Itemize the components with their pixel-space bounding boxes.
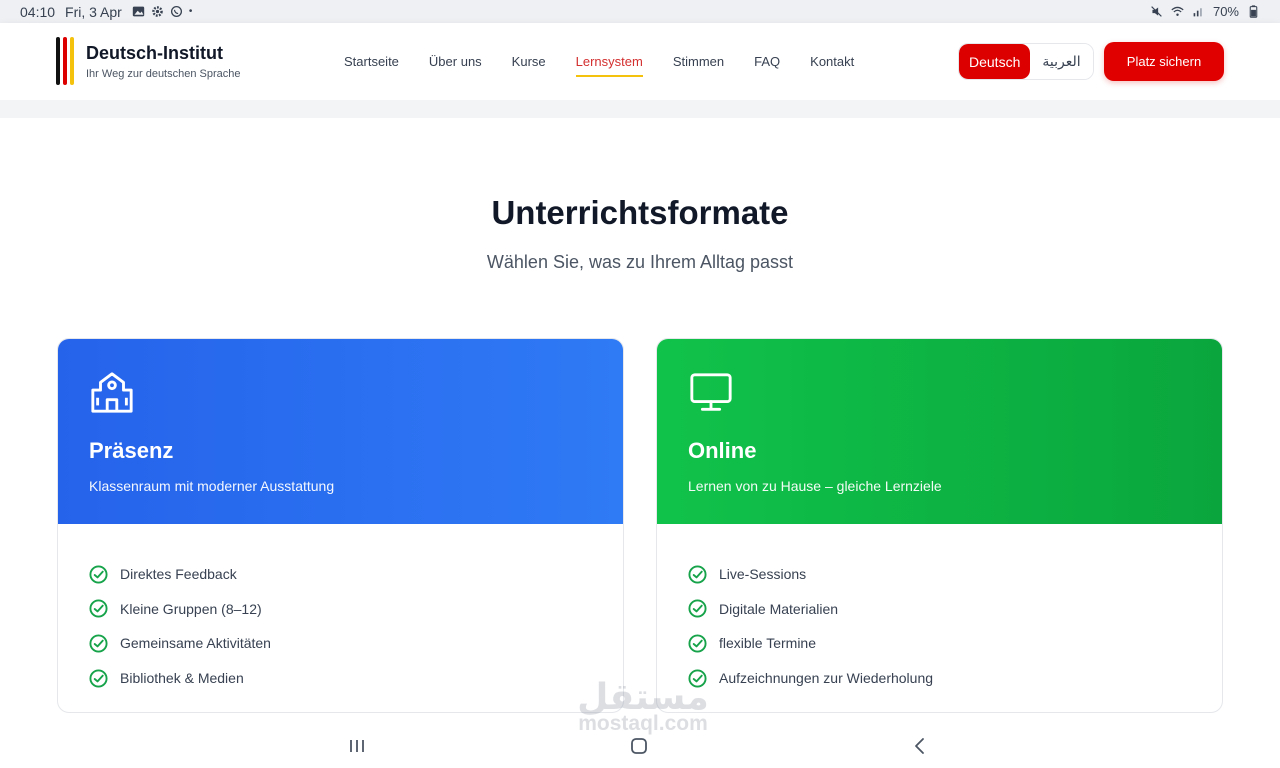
- system-status-bar: 04:10 Fri, 3 Apr • 70%: [0, 0, 1280, 23]
- mute-icon: [1151, 6, 1162, 17]
- list-item: Live-Sessions: [688, 557, 1191, 592]
- home-icon[interactable]: [627, 734, 651, 758]
- feature-label: Direktes Feedback: [120, 566, 237, 583]
- check-circle-icon: [688, 599, 707, 618]
- list-item: Aufzeichnungen zur Wiederholung: [688, 661, 1191, 696]
- nav-stimmen[interactable]: Stimmen: [673, 50, 724, 73]
- format-card-online[interactable]: Online Lernen von zu Hause – gleiche Ler…: [656, 338, 1223, 713]
- check-circle-icon: [89, 669, 108, 688]
- main-navigation: Startseite Über uns Kurse Lernsystem Sti…: [344, 23, 854, 100]
- feature-label: Bibliothek & Medien: [120, 670, 244, 687]
- feature-label: Aufzeichnungen zur Wiederholung: [719, 670, 934, 687]
- battery-percentage: 70%: [1212, 4, 1239, 19]
- signal-icon: [1193, 8, 1202, 17]
- check-circle-icon: [89, 599, 108, 618]
- settings-gear-icon: [152, 6, 163, 17]
- feature-label: Live-Sessions: [719, 566, 807, 583]
- status-date: Fri, 3 Apr: [65, 3, 122, 20]
- nav-kontakt[interactable]: Kontakt: [810, 50, 854, 73]
- list-item: Kleine Gruppen (8–12): [89, 592, 592, 627]
- nav-faq[interactable]: FAQ: [754, 50, 780, 73]
- feature-list: Direktes Feedback Kleine Gruppen (8–12) …: [58, 524, 623, 695]
- reserve-spot-button[interactable]: Platz sichern: [1104, 42, 1224, 81]
- brand-logo[interactable]: Deutsch-Institut Ihr Weg zur deutschen S…: [56, 37, 241, 85]
- list-item: Digitale Materialien: [688, 592, 1191, 627]
- check-circle-icon: [89, 565, 108, 584]
- language-switcher: Deutsch العربية: [958, 43, 1094, 80]
- card-title: Online: [688, 438, 757, 463]
- feature-label: flexible Termine: [719, 635, 817, 652]
- school-building-icon: [91, 372, 133, 413]
- wifi-icon: [1171, 6, 1184, 16]
- back-icon[interactable]: [908, 734, 932, 758]
- card-description: Klassenraum mit moderner Ausstattung: [89, 478, 335, 494]
- check-circle-icon: [89, 634, 108, 653]
- battery-icon: [1249, 5, 1258, 18]
- feature-label: Gemeinsame Aktivitäten: [120, 635, 271, 652]
- brand-title: Deutsch-Institut: [86, 42, 223, 63]
- header-divider: [0, 100, 1280, 118]
- gallery-icon: [132, 6, 145, 17]
- list-item: Direktes Feedback: [89, 557, 592, 592]
- card-header: Präsenz Klassenraum mit moderner Ausstat…: [58, 339, 623, 524]
- check-circle-icon: [688, 634, 707, 653]
- monitor-icon: [690, 373, 732, 411]
- nav-ueber-uns[interactable]: Über uns: [429, 50, 482, 73]
- check-circle-icon: [688, 565, 707, 584]
- recent-apps-icon[interactable]: [345, 734, 369, 758]
- card-description: Lernen von zu Hause – gleiche Lernziele: [688, 478, 942, 494]
- language-option-german[interactable]: Deutsch: [959, 44, 1031, 79]
- format-card-praesenz[interactable]: Präsenz Klassenraum mit moderner Ausstat…: [57, 338, 624, 713]
- german-flag-icon: [56, 37, 74, 85]
- list-item: Gemeinsame Aktivitäten: [89, 626, 592, 661]
- section-title: Unterrichtsformate: [491, 194, 789, 231]
- brand-subtitle: Ihr Weg zur deutschen Sprache: [86, 67, 241, 80]
- notification-dot-icon: •: [188, 6, 193, 17]
- nav-startseite[interactable]: Startseite: [344, 50, 399, 73]
- card-title: Präsenz: [89, 438, 174, 463]
- status-time: 04:10: [20, 3, 56, 20]
- section-subtitle: Wählen Sie, was zu Ihrem Alltag passt: [486, 252, 794, 272]
- feature-list: Live-Sessions Digitale Materialien flexi…: [657, 524, 1222, 695]
- nav-kurse[interactable]: Kurse: [512, 50, 546, 73]
- card-header: Online Lernen von zu Hause – gleiche Ler…: [657, 339, 1222, 524]
- feature-label: Kleine Gruppen (8–12): [120, 600, 262, 617]
- language-option-arabic[interactable]: العربية: [1030, 44, 1093, 79]
- list-item: flexible Termine: [688, 626, 1191, 661]
- system-navigation-bar: [0, 724, 1280, 768]
- nav-lernsystem[interactable]: Lernsystem: [575, 50, 644, 77]
- site-header: Deutsch-Institut Ihr Weg zur deutschen S…: [0, 23, 1280, 100]
- feature-label: Digitale Materialien: [719, 600, 839, 617]
- list-item: Bibliothek & Medien: [89, 661, 592, 696]
- whatsapp-icon: [170, 5, 182, 18]
